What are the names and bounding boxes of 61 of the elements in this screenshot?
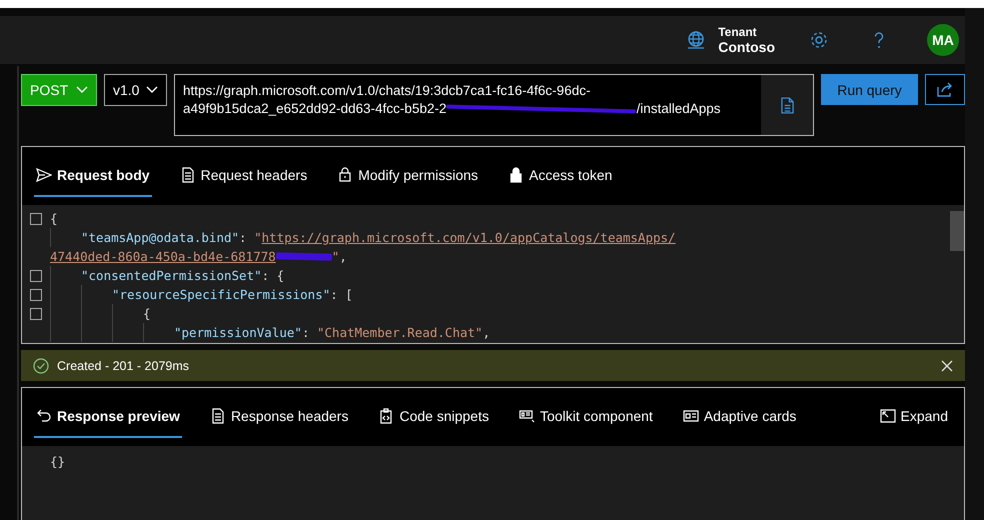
code-editor[interactable] xyxy=(22,205,964,343)
fold-toggle[interactable] xyxy=(30,308,42,320)
tenant-label: Tenant xyxy=(718,25,758,39)
request-tab[interactable]: Access token xyxy=(506,155,614,197)
user-avatar[interactable]: MA xyxy=(927,24,959,56)
chevron-down-icon xyxy=(76,86,88,94)
code-key: "teamsApp@odata.bind" xyxy=(81,230,240,245)
check-circle-icon xyxy=(33,358,49,374)
response-tab[interactable]: Adaptive cards xyxy=(680,396,798,438)
document-icon[interactable] xyxy=(780,96,794,114)
redaction-mark xyxy=(276,252,332,261)
close-icon[interactable] xyxy=(941,360,953,372)
status-message: Created - 201 - 2079ms xyxy=(57,358,190,372)
code-punctuation: : xyxy=(302,325,310,340)
response-tab[interactable]: Response preview xyxy=(34,396,182,438)
code-punctuation: : xyxy=(239,230,248,245)
response-tab[interactable]: Code snippets xyxy=(376,396,491,438)
card-icon xyxy=(682,408,699,424)
globe-icon[interactable] xyxy=(686,30,706,50)
code-punctuation: : [ xyxy=(330,287,353,302)
response-tab[interactable]: Response headers xyxy=(208,396,350,438)
code-key: "permissionValue" xyxy=(174,325,302,340)
code-key: "consentedPermissionSet" xyxy=(81,268,262,283)
version-dropdown[interactable]: v1.0 xyxy=(104,74,167,106)
request-tab[interactable]: Request headers xyxy=(178,155,310,197)
code-punctuation: { xyxy=(143,306,151,321)
send-icon xyxy=(36,167,52,183)
fold-toggle[interactable] xyxy=(30,270,42,282)
fold-toggle[interactable] xyxy=(30,288,42,300)
code-punctuation: { xyxy=(50,211,58,226)
share-button[interactable] xyxy=(925,74,965,105)
code-link: https://graph.microsoft.com/v1.0/appCatalogs/teamsApps/ xyxy=(262,230,676,245)
code-punctuation: , xyxy=(339,249,347,264)
request-tab[interactable]: Modify permissions xyxy=(335,155,480,197)
run-query-button[interactable]: Run query xyxy=(821,74,918,105)
expand-icon xyxy=(880,408,896,424)
doc-icon xyxy=(180,167,196,183)
url-field[interactable]: https://graph.microsoft.com/v1.0/chats/19:3dcb7ca1-fc16-4f6c-96dc- a49f9b15dca2_e652dd92-dd63-4fcc-b5b2-2 /installedApps xyxy=(174,74,814,136)
settings-icon[interactable] xyxy=(809,30,829,50)
code-punctuation: : { xyxy=(262,268,284,283)
code-punctuation: , xyxy=(482,325,490,340)
response-tab[interactable]: Toolkit component xyxy=(516,396,655,438)
chevron-down-icon xyxy=(146,86,158,94)
scrollbar-thumb[interactable] xyxy=(950,211,964,251)
response-json: {} xyxy=(50,454,66,469)
code-key: "resourceSpecificPermissions" xyxy=(112,287,330,302)
fold-toggle[interactable] xyxy=(30,212,42,224)
doc-icon xyxy=(210,408,226,424)
expand-button[interactable]: Expand xyxy=(878,396,950,438)
code-string: " xyxy=(254,230,262,245)
lock-badge-icon xyxy=(337,167,354,183)
code-string: " xyxy=(332,249,340,264)
clipboard-icon xyxy=(378,408,394,424)
code-string: "ChatMember.Read.Chat" xyxy=(317,325,483,340)
tenant-name[interactable]: Contoso xyxy=(718,39,775,55)
lock-icon xyxy=(508,167,524,183)
share-icon xyxy=(936,82,954,98)
toolkit-icon xyxy=(518,408,535,424)
undo-icon xyxy=(36,408,52,424)
request-tab[interactable]: Request body xyxy=(34,155,152,197)
code-link: 47440ded-860a-450a-bd4e-681778 xyxy=(50,249,276,264)
